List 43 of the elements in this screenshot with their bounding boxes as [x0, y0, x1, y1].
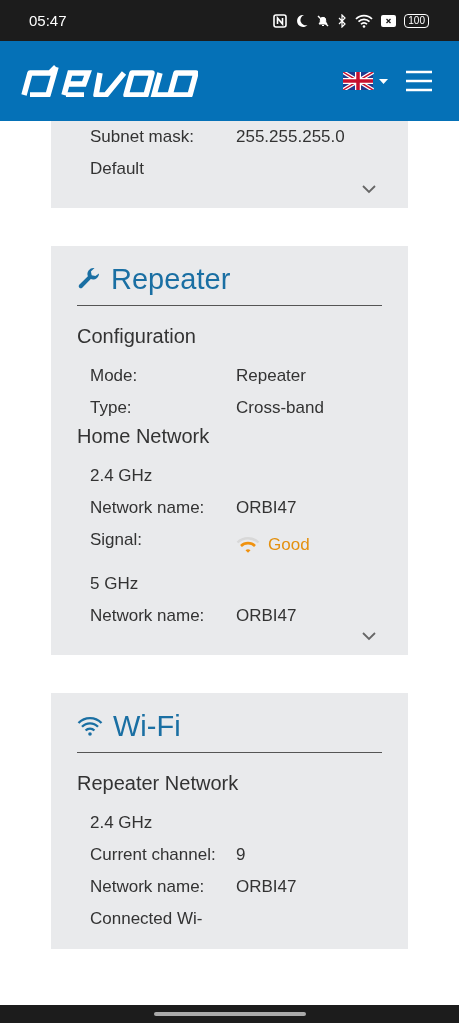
signal-icon	[236, 537, 260, 553]
card-title: Repeater	[111, 262, 231, 296]
band-label: 2.4 GHz	[89, 812, 154, 834]
card-title: Wi-Fi	[113, 709, 181, 743]
moon-icon	[295, 13, 309, 28]
field-label: Default	[90, 158, 145, 180]
section-heading: Repeater Network	[77, 771, 240, 795]
chevron-down-icon[interactable]	[362, 185, 376, 194]
field-label: Signal:	[90, 529, 143, 551]
bluetooth-icon	[338, 13, 348, 28]
close-icon	[381, 14, 397, 27]
section-heading: Configuration	[77, 324, 197, 348]
field-label: Network name:	[90, 605, 206, 627]
band-label: 2.4 GHz	[89, 465, 154, 487]
field-value: Repeater	[236, 365, 306, 387]
nfc-icon	[273, 13, 288, 28]
muted-bell-icon	[316, 13, 331, 28]
signal-value: Good	[268, 534, 310, 556]
logo-icon	[20, 65, 198, 97]
field-value: ORBI47	[236, 497, 297, 519]
band-label: 5 GHz	[89, 573, 140, 595]
field-value: Cross-band	[236, 397, 324, 419]
field-label: Network name:	[90, 876, 206, 898]
field-label: Connected Wi-	[90, 908, 204, 930]
menu-button[interactable]	[405, 70, 433, 92]
field-label: Network name:	[90, 497, 206, 519]
field-label: Type:	[90, 397, 133, 419]
field-value: ORBI47	[236, 605, 297, 627]
clock-time: 05:47	[29, 12, 67, 29]
field-value: ORBI47	[236, 876, 297, 898]
wifi-icon	[77, 716, 103, 736]
field-value: 9	[236, 844, 246, 866]
language-menu[interactable]	[343, 72, 391, 90]
wifi-icon	[355, 13, 374, 28]
battery-level: 100	[404, 13, 429, 28]
field-label: Current channel:	[90, 844, 217, 866]
wrench-icon	[77, 267, 101, 291]
chevron-down-icon[interactable]	[362, 632, 376, 641]
section-heading: Home Network	[77, 424, 211, 448]
home-handle[interactable]	[153, 1012, 306, 1016]
field-label: Subnet mask:	[90, 126, 195, 148]
field-label: Mode:	[90, 365, 139, 387]
field-value: 255.255.255.0	[236, 126, 345, 148]
